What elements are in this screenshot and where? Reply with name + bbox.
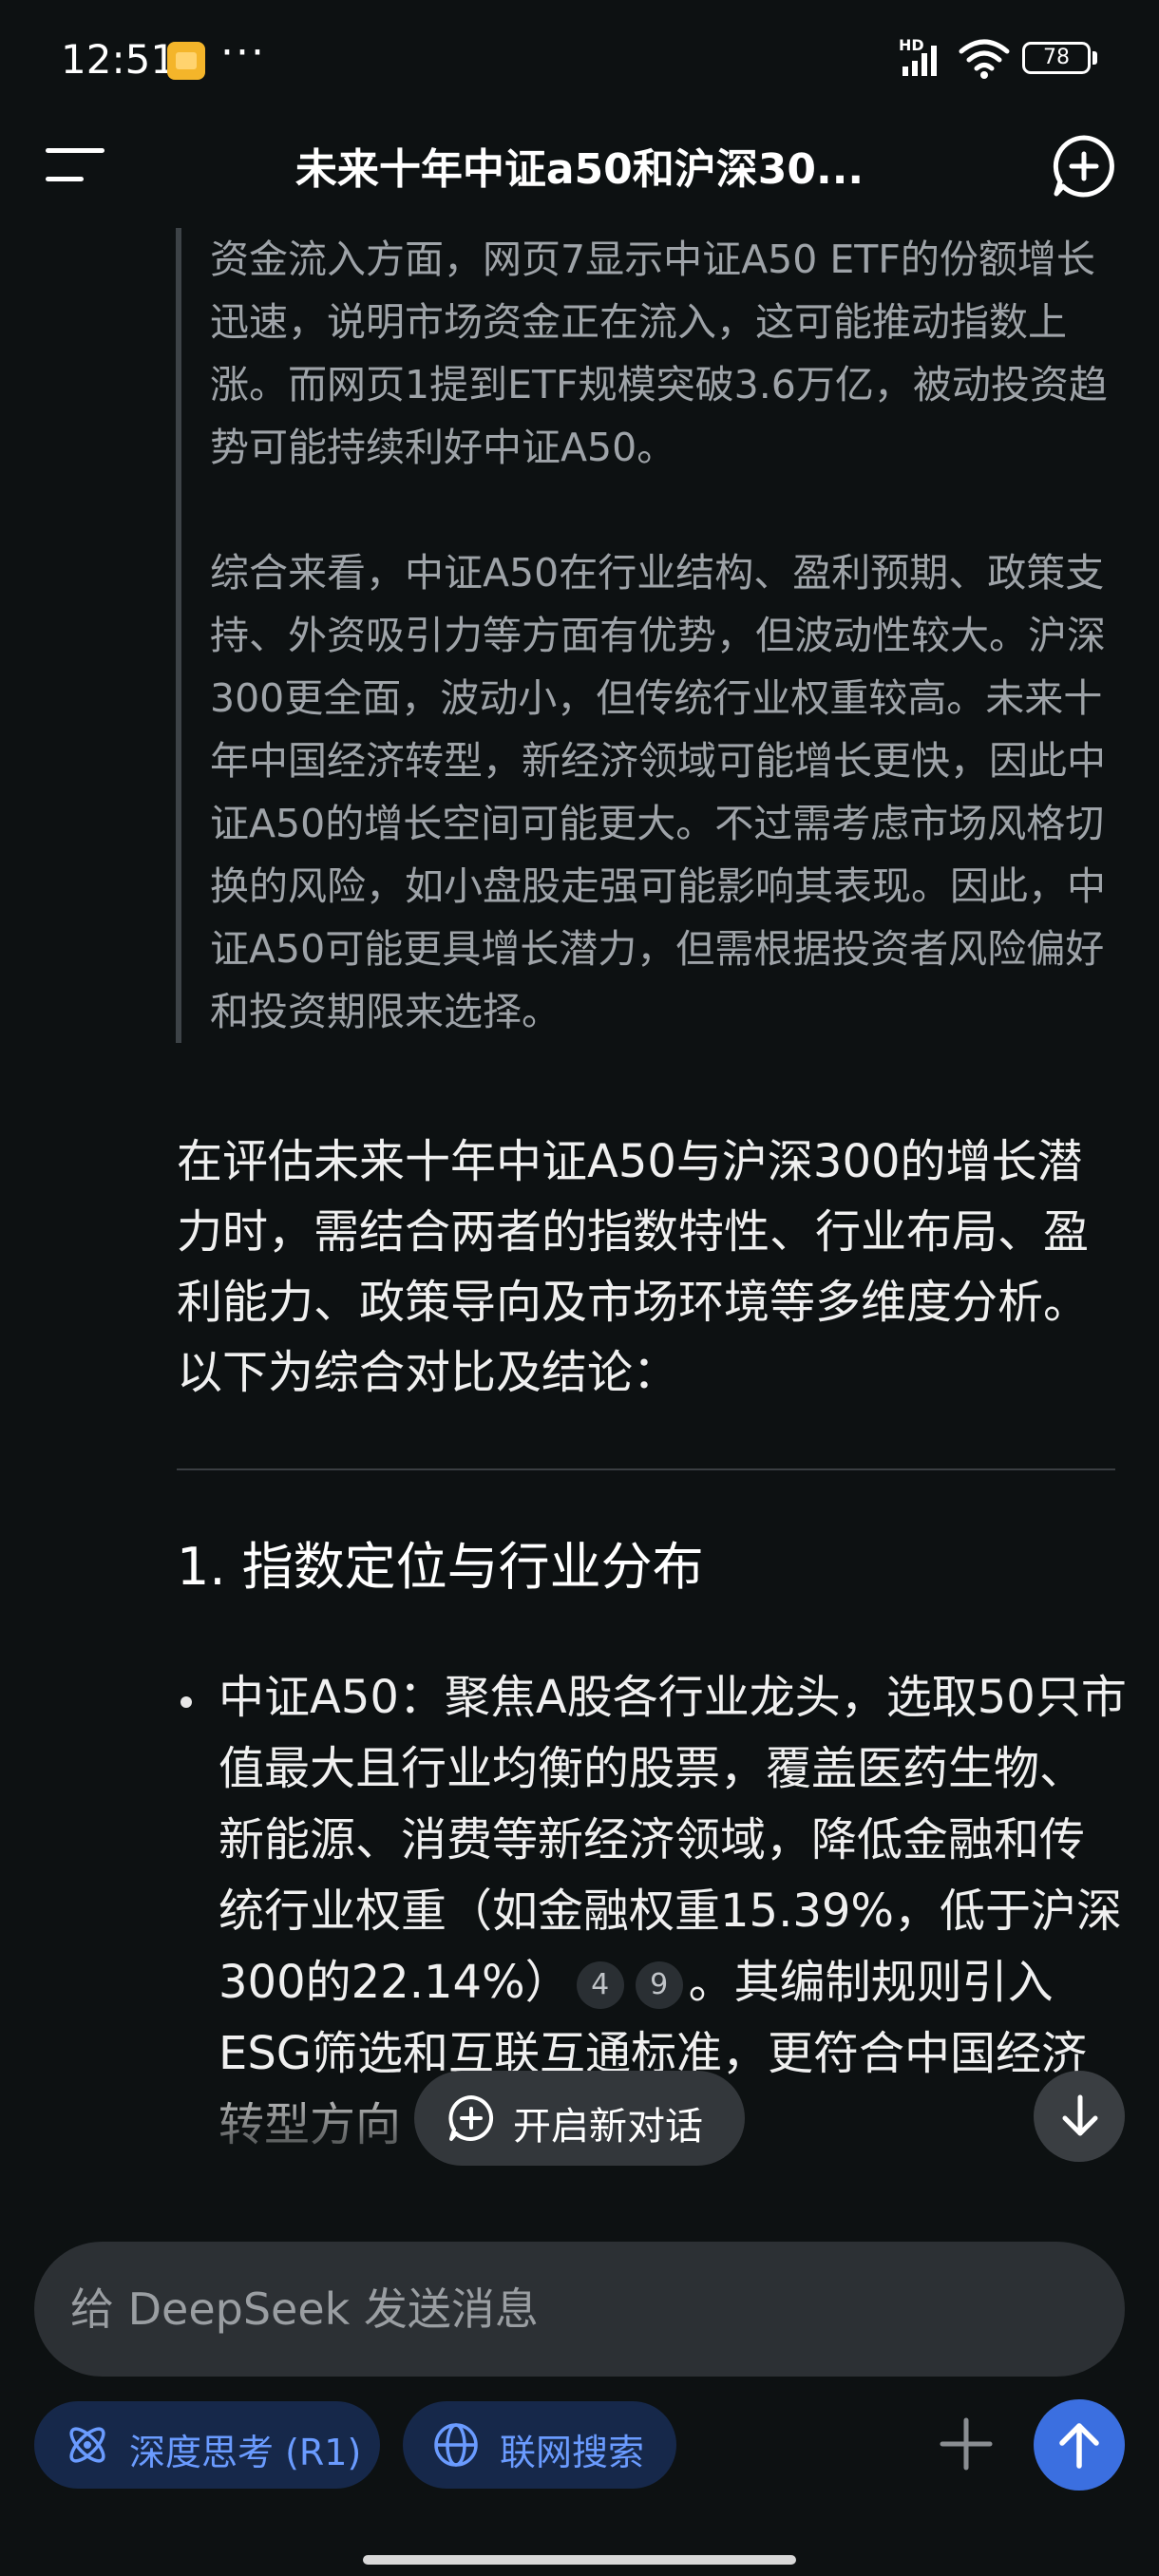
cellular-signal-icon [902, 46, 937, 76]
thinking-paragraph: 资金流入方面，网页7显示中证A50 ETF的份额增长迅速，说明市场资金正在流入，… [210, 237, 1108, 470]
deep-think-label: 深度思考 (R1) [129, 2432, 362, 2473]
citation-badge[interactable]: 4 [576, 1961, 624, 2009]
web-search-label: 联网搜索 [500, 2432, 645, 2473]
message-input[interactable] [34, 2242, 1125, 2377]
battery-cap [1092, 51, 1097, 65]
status-bar: 12:51 ··· HD 78 [0, 0, 1159, 114]
page-title: 未来十年中证a50和沪深30... [294, 145, 864, 194]
new-chat-icon[interactable] [1051, 133, 1117, 199]
arrow-down-icon [1062, 2094, 1098, 2136]
plus-icon[interactable] [937, 2415, 996, 2473]
section-divider [177, 1468, 1115, 1470]
more-notifications-icon: ··· [220, 28, 266, 77]
hamburger-menu-icon[interactable] [46, 144, 104, 186]
notes-app-icon [167, 42, 205, 80]
send-button[interactable] [1034, 2399, 1125, 2491]
battery-level: 78 [1043, 46, 1070, 69]
start-new-chat-label: 开启新对话 [513, 2105, 703, 2149]
section-heading: 1. 指数定位与行业分布 [177, 1537, 704, 1597]
composer-area: 深度思考 (R1) 联网搜索 [0, 2204, 1159, 2576]
app-header: 未来十年中证a50和沪深30... [0, 114, 1159, 218]
arrow-up-icon [1059, 2423, 1099, 2469]
atom-icon [69, 2427, 105, 2463]
home-indicator[interactable] [363, 2555, 796, 2565]
globe-icon [434, 2423, 478, 2467]
web-search-toggle[interactable]: 联网搜索 [403, 2401, 676, 2489]
chat-plus-icon [448, 2095, 494, 2141]
thinking-quote-block: 资金流入方面，网页7显示中证A50 ETF的份额增长迅速，说明市场资金正在流入，… [176, 228, 1116, 1043]
start-new-chat-button[interactable]: 开启新对话 [414, 2071, 745, 2166]
citation-badge[interactable]: 9 [635, 1961, 683, 2009]
chat-content[interactable]: 资金流入方面，网页7显示中证A50 ETF的份额增长迅速，说明市场资金正在流入，… [0, 218, 1159, 2194]
wifi-icon [959, 39, 1010, 79]
status-time: 12:51 [61, 36, 177, 83]
scroll-to-bottom-button[interactable] [1034, 2071, 1125, 2162]
answer-intro: 在评估未来十年中证A50与沪深300的增长潜力时，需结合两者的指数特性、行业布局… [177, 1135, 1090, 1399]
thinking-paragraph: 综合来看，中证A50在行业结构、盈利预期、政策支持、外资吸引力等方面有优势，但波… [210, 550, 1106, 1034]
battery-icon: 78 [1022, 42, 1091, 74]
bullet-dot [180, 1696, 192, 1708]
deep-think-toggle[interactable]: 深度思考 (R1) [34, 2401, 380, 2489]
